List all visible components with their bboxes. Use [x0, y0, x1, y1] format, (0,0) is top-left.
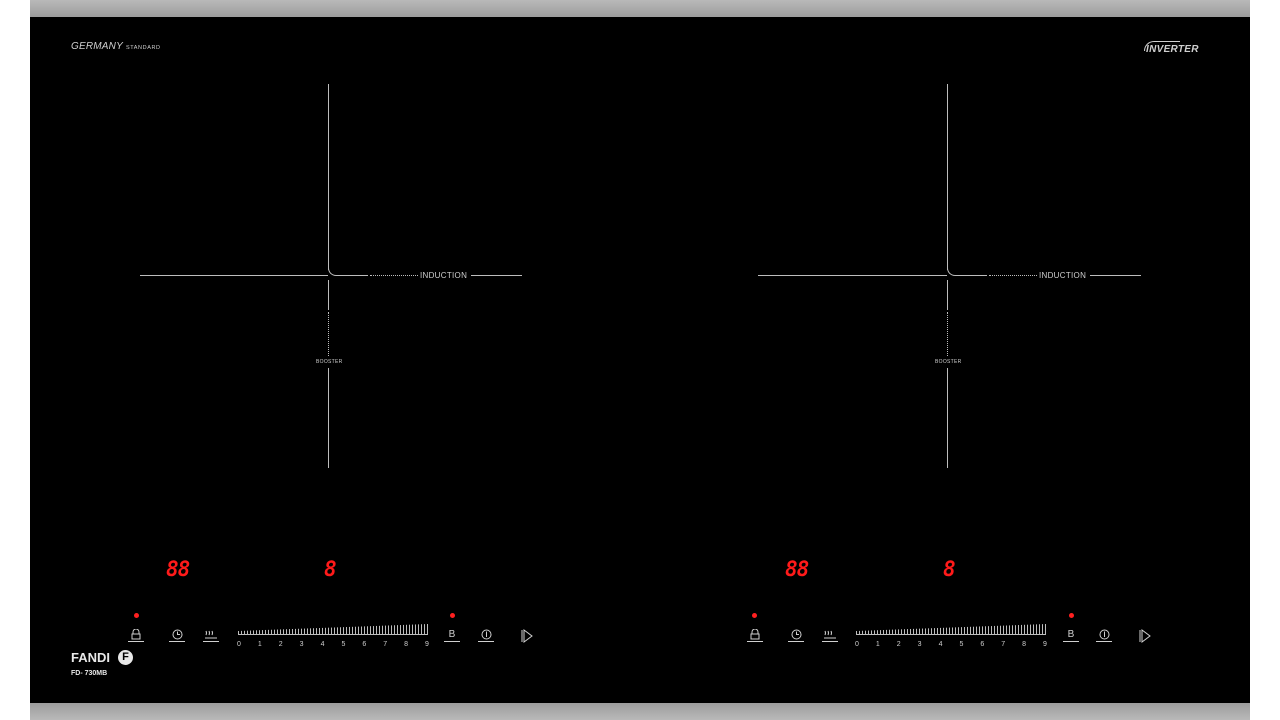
- zone-line: [140, 275, 328, 276]
- keep-warm-icon: [205, 630, 217, 639]
- slider-number: 0: [237, 641, 241, 648]
- slider-number: 1: [875, 641, 880, 648]
- slider-ticks: [856, 624, 1046, 634]
- lock-indicator-led: [134, 613, 139, 618]
- timer-display: 88: [785, 557, 809, 581]
- zone-line: [328, 280, 329, 310]
- keep-warm-icon: [824, 630, 836, 639]
- power-display: 8: [324, 557, 337, 581]
- zone-line: [758, 275, 947, 276]
- booster-label: BOOSTER: [316, 359, 343, 365]
- brand-logo: F: [118, 650, 133, 665]
- booster-button[interactable]: B: [1063, 628, 1079, 642]
- zone-line: [328, 368, 329, 468]
- lock-icon: [750, 629, 760, 640]
- timer-icon[interactable]: [788, 628, 804, 642]
- zone-line: [957, 275, 987, 276]
- slider-number: 2: [278, 641, 283, 648]
- zone-line: [471, 275, 522, 276]
- slider-number: 8: [404, 641, 409, 648]
- slider-base: [238, 634, 428, 635]
- booster-icon: B: [1067, 629, 1075, 640]
- glass-panel: [30, 17, 1250, 703]
- pause-icon[interactable]: [521, 629, 533, 643]
- bottom-rim: [30, 703, 1250, 720]
- booster-button[interactable]: B: [444, 628, 460, 642]
- induction-label: INDUCTION: [1039, 271, 1087, 280]
- zone-dots: [947, 312, 948, 356]
- slider-number: 9: [425, 641, 429, 648]
- power-slider[interactable]: [238, 624, 428, 635]
- slider-number: 4: [938, 641, 943, 648]
- slider-number: 6: [980, 641, 985, 648]
- standard-text: STANDARD: [125, 45, 161, 51]
- booster-indicator-led: [450, 613, 455, 618]
- top-rim: [30, 0, 1250, 17]
- germany-text: GERMANY: [71, 41, 123, 52]
- slider-number: 3: [917, 641, 922, 648]
- keep-warm-icon[interactable]: [822, 628, 838, 642]
- booster-label: BOOSTER: [935, 359, 962, 365]
- zone-line: [947, 84, 948, 270]
- slider-number: 9: [1043, 641, 1047, 648]
- zone-dots: [370, 275, 418, 276]
- slider-number: 8: [1022, 641, 1027, 648]
- slider-number: 0: [855, 641, 859, 648]
- slider-numbers: 0 1 2 3 4 5 6 7 8 9: [237, 641, 429, 648]
- induction-label: INDUCTION: [420, 271, 468, 280]
- slider-number: 4: [320, 641, 325, 648]
- pause-icon[interactable]: [1139, 629, 1151, 643]
- zone-dots: [989, 275, 1037, 276]
- timer-icon: [791, 629, 801, 640]
- zone-line: [328, 84, 329, 270]
- zone-dots: [328, 312, 329, 356]
- lock-icon: [131, 629, 141, 640]
- booster-icon: B: [448, 629, 456, 640]
- slider-number: 5: [341, 641, 346, 648]
- power-icon[interactable]: [1096, 628, 1112, 642]
- cooktop-frame: GERMANY STANDARD INVERTER INDUCTION BOOST…: [30, 0, 1250, 720]
- lock-icon[interactable]: [747, 628, 763, 642]
- slider-number: 1: [257, 641, 262, 648]
- lock-icon[interactable]: [128, 628, 144, 642]
- zone-line: [947, 368, 948, 468]
- power-icon: [1099, 629, 1109, 640]
- germany-standard-label: GERMANY STANDARD: [71, 41, 161, 52]
- slider-number: 5: [959, 641, 964, 648]
- slider-number: 7: [1001, 641, 1006, 648]
- zone-line: [947, 280, 948, 310]
- zone-line: [338, 275, 368, 276]
- keep-warm-icon[interactable]: [203, 628, 219, 642]
- booster-indicator-led: [1069, 613, 1074, 618]
- model-number: FD- 730MB: [71, 670, 108, 677]
- slider-number: 6: [362, 641, 367, 648]
- brand-name: FANDI: [71, 650, 110, 665]
- slider-ticks: [238, 624, 428, 634]
- slider-number: 3: [299, 641, 304, 648]
- slider-numbers: 0 1 2 3 4 5 6 7 8 9: [855, 641, 1047, 648]
- lock-indicator-led: [752, 613, 757, 618]
- power-icon[interactable]: [478, 628, 494, 642]
- zone-line: [1090, 275, 1141, 276]
- timer-icon[interactable]: [169, 628, 185, 642]
- power-display: 8: [943, 557, 956, 581]
- slider-number: 7: [383, 641, 388, 648]
- slider-base: [856, 634, 1046, 635]
- power-slider[interactable]: [856, 624, 1046, 635]
- timer-display: 88: [166, 557, 190, 581]
- timer-icon: [172, 629, 182, 640]
- power-icon: [481, 629, 491, 640]
- slider-number: 2: [896, 641, 901, 648]
- inverter-logo: INVERTER: [1146, 44, 1199, 55]
